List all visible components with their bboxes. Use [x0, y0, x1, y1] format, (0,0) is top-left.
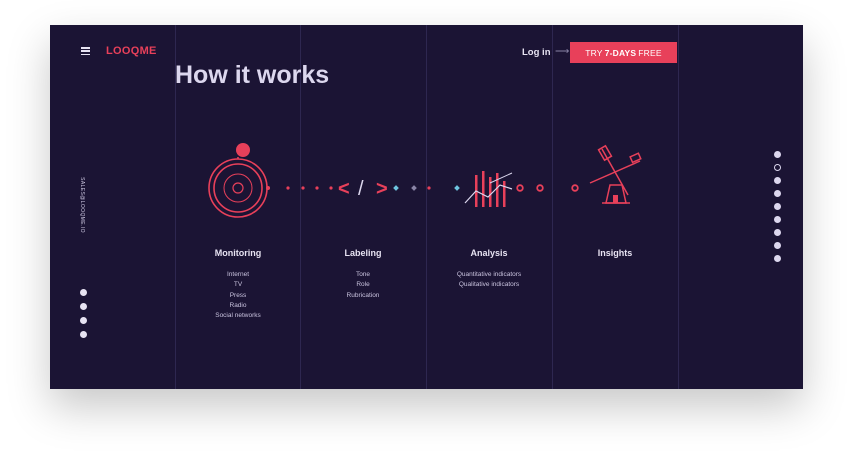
- list-item: Qualitative indicators: [458, 281, 520, 289]
- list-item: Rubrication: [346, 291, 380, 299]
- list-item: TV: [233, 281, 243, 289]
- list-item: Tone: [355, 271, 371, 278]
- connector-rings: [516, 184, 579, 192]
- step-title-analysis: Analysis: [470, 248, 508, 258]
- list-item: Press: [229, 291, 247, 299]
- connector-dots: [286, 186, 333, 190]
- chevron-right-icon: >: [376, 178, 388, 200]
- step-title-labeling: Labeling: [344, 248, 382, 258]
- radar-icon: [208, 143, 270, 218]
- step-items-analysis: Quantitative indicators Qualitative indi…: [426, 270, 552, 291]
- list-item: Quantitative indicators: [456, 271, 522, 278]
- process-illustration: < / >: [208, 143, 642, 218]
- windmill-icon: [589, 144, 642, 204]
- chart-icon: [464, 171, 513, 207]
- step-title-insights: Insights: [597, 248, 633, 258]
- app-window: LOOQME Log in ⟶ TRY 7-DAYS FREE How it w…: [50, 25, 803, 389]
- slash-icon: /: [358, 178, 364, 200]
- step-title-monitoring: Monitoring: [214, 248, 262, 258]
- connector-diamonds: [393, 185, 460, 191]
- list-item: Internet: [226, 271, 250, 278]
- list-item: Radio: [229, 301, 247, 309]
- step-items-labeling: Tone Role Rubrication: [300, 270, 426, 301]
- step-items-monitoring: Internet TV Press Radio Social networks: [175, 270, 301, 321]
- list-item: Social networks: [215, 312, 261, 320]
- chevron-left-icon: <: [338, 178, 350, 200]
- list-item: Role: [356, 281, 370, 289]
